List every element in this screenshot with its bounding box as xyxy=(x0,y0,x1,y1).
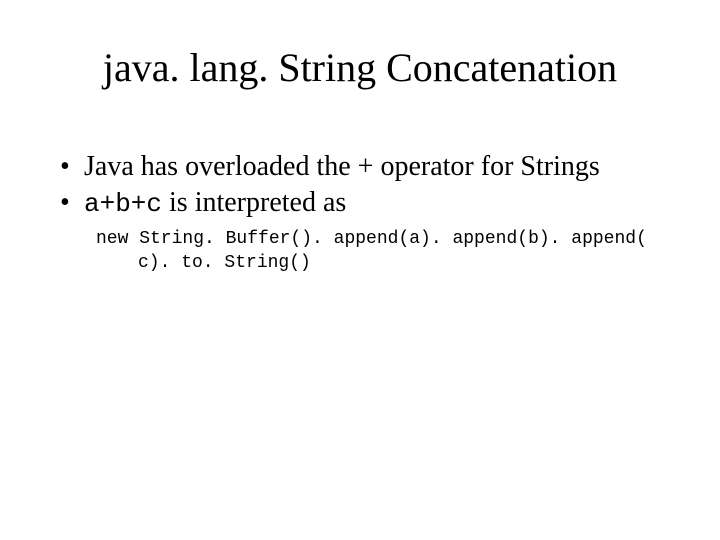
slide: java. lang. String Concatenation Java ha… xyxy=(0,0,720,540)
code-line-1: new String. Buffer(). append(a). append(… xyxy=(96,229,647,249)
code-line-2: c). to. String() xyxy=(96,251,674,275)
bullet-item-1: Java has overloaded the + operator for S… xyxy=(54,150,674,184)
bullet-text-1: Java has overloaded the + operator for S… xyxy=(84,151,600,182)
bullet-list: Java has overloaded the + operator for S… xyxy=(54,150,674,221)
slide-title: java. lang. String Concatenation xyxy=(0,44,720,91)
bullet-item-2: a+b+c is interpreted as xyxy=(54,186,674,221)
bullet-text-2: is interpreted as xyxy=(162,187,346,218)
bullet-code-2: a+b+c xyxy=(84,189,162,219)
slide-body: Java has overloaded the + operator for S… xyxy=(54,150,674,275)
code-block: new String. Buffer(). append(a). append(… xyxy=(54,227,674,276)
